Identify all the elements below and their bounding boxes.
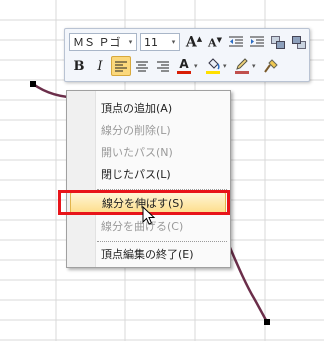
grow-font-button[interactable]: A▲ (184, 32, 204, 52)
align-left-icon (115, 61, 127, 71)
format-painter-button[interactable] (261, 56, 281, 76)
line-color-dropdown[interactable]: ▾ (252, 62, 259, 70)
font-color-swatch (177, 71, 191, 74)
paint-bucket-icon (208, 58, 220, 70)
mouse-pointer-icon (142, 206, 156, 225)
menu-item-delete-segment[interactable]: 線分の削除(L) (67, 120, 230, 142)
menu-item-label: 開いたパス(N) (101, 146, 173, 159)
font-size-combo[interactable]: 11 ▾ (140, 33, 180, 51)
fill-color-button[interactable] (203, 56, 223, 76)
grow-font-icon: A▲ (185, 33, 203, 51)
vertex-handle-start (30, 81, 36, 87)
send-backward-icon (292, 35, 306, 49)
fill-color-swatch (206, 71, 220, 74)
align-right-icon (157, 61, 169, 71)
line-color-swatch (235, 71, 249, 74)
decrease-indent-icon (229, 36, 243, 47)
mini-toolbar: ＭＳ Ｐゴ ▾ 11 ▾ A▲ A▼ B I A ▾ ▾ ▾ (64, 28, 310, 82)
bold-button[interactable]: B (69, 56, 89, 76)
font-size-value: 11 (144, 35, 158, 49)
font-color-button[interactable]: A (174, 56, 194, 76)
send-backward-button[interactable] (289, 32, 309, 52)
format-painter-icon (264, 59, 278, 73)
decrease-indent-button[interactable] (226, 32, 246, 52)
mini-toolbar-row-2: B I A ▾ ▾ ▾ (69, 56, 282, 76)
menu-separator (97, 241, 227, 242)
bring-forward-button[interactable] (268, 32, 288, 52)
chevron-down-icon: ▾ (128, 38, 133, 46)
chevron-down-icon: ▾ (171, 38, 176, 46)
pencil-icon (236, 58, 248, 70)
shrink-font-icon: A▼ (208, 34, 222, 50)
font-name-value: ＭＳ Ｐゴ (73, 36, 121, 49)
align-left-button[interactable] (111, 56, 131, 76)
menu-item-label: 頂点の追加(A) (101, 102, 173, 115)
shrink-font-button[interactable]: A▼ (205, 32, 225, 52)
bring-forward-icon (271, 35, 285, 49)
italic-button[interactable]: I (90, 56, 110, 76)
vertex-handle-end (264, 319, 270, 325)
align-right-button[interactable] (153, 56, 173, 76)
menu-item-label: 閉じたパス(L) (101, 168, 171, 181)
font-color-dropdown[interactable]: ▾ (194, 62, 201, 70)
context-menu: 頂点の追加(A) 線分の削除(L) 開いたパス(N) 閉じたパス(L) 線分を伸… (66, 90, 231, 268)
increase-indent-icon (250, 36, 264, 47)
line-color-button[interactable] (232, 56, 252, 76)
fill-color-dropdown[interactable]: ▾ (223, 62, 230, 70)
menu-item-label: 線分の削除(L) (101, 124, 171, 137)
font-name-combo[interactable]: ＭＳ Ｐゴ ▾ (69, 33, 137, 51)
align-center-button[interactable] (132, 56, 152, 76)
menu-item-open-path[interactable]: 開いたパス(N) (67, 142, 230, 164)
mini-toolbar-row-1: ＭＳ Ｐゴ ▾ 11 ▾ A▲ A▼ (69, 32, 310, 52)
menu-item-exit-edit-points[interactable]: 頂点編集の終了(E) (67, 244, 230, 266)
menu-item-label: 頂点編集の終了(E) (101, 248, 194, 261)
align-center-icon (136, 61, 148, 71)
font-color-icon: A (179, 57, 189, 71)
increase-indent-button[interactable] (247, 32, 267, 52)
menu-item-add-vertex[interactable]: 頂点の追加(A) (67, 98, 230, 120)
menu-item-close-path[interactable]: 閉じたパス(L) (67, 164, 230, 186)
